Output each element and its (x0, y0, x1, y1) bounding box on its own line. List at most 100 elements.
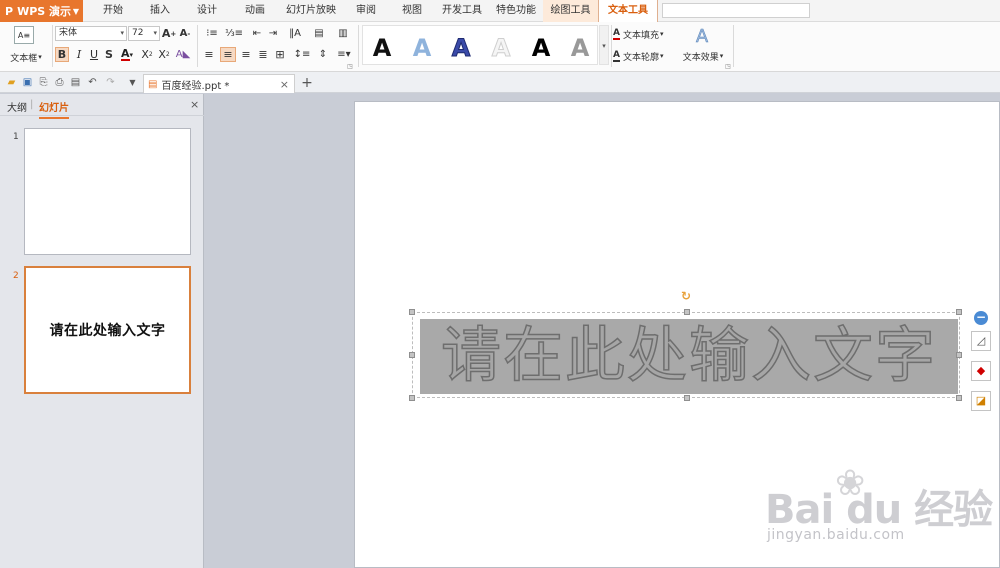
resize-handle[interactable] (684, 395, 690, 401)
resize-handle[interactable] (956, 352, 962, 358)
tab-view[interactable]: 视图 (393, 0, 431, 22)
chevron-down-icon: ▼ (72, 6, 79, 16)
dialog-launcher-icon[interactable]: ◳ (724, 62, 732, 70)
gallery-more-button[interactable]: ▾ (599, 25, 609, 65)
textbox-icon[interactable]: A≡ (14, 26, 34, 44)
text-direction-icon[interactable]: ‖A (284, 26, 306, 41)
save-icon[interactable]: ▣ (21, 76, 34, 89)
justify-icon[interactable]: ≣ (256, 47, 270, 62)
resize-handle[interactable] (409, 395, 415, 401)
underline-icon[interactable]: U (87, 47, 101, 62)
app-menu-button[interactable]: P WPS 演示 ▼ (0, 0, 83, 22)
text-effect-button[interactable]: 文本效果 ▾ (679, 49, 727, 63)
text-box-content[interactable]: 请在此处输入文字 (420, 319, 958, 394)
outline-pen-icon[interactable]: ◪ (971, 391, 991, 411)
export-icon[interactable]: ⎘ (37, 76, 50, 89)
style-white-icon[interactable]: A (486, 32, 516, 64)
bullets-icon[interactable]: ⁝≡ (202, 26, 222, 41)
text-outline-button[interactable]: A 文本轮廓 ▾ (613, 49, 677, 63)
style-lightblue-icon[interactable]: A (407, 32, 437, 64)
font-size-select[interactable]: 72 ▾ (128, 26, 160, 41)
tab-slideshow[interactable]: 幻灯片放映 (283, 0, 339, 22)
font-name-select[interactable]: 宋体 ▾ (55, 26, 127, 41)
resize-handle[interactable] (409, 352, 415, 358)
subscript-icon[interactable]: X2 (157, 47, 171, 62)
baidu-watermark: ❀ Bai du 经验 jingyan.baidu.com (755, 457, 995, 557)
customize-dropdown-icon[interactable]: ▼ (126, 76, 139, 89)
tab-drawing-tools[interactable]: 绘图工具 (543, 0, 598, 22)
close-icon[interactable]: × (190, 98, 199, 111)
align-right-icon[interactable]: ≡ (239, 47, 253, 62)
resize-handle[interactable] (684, 309, 690, 315)
text-box-fill: 请在此处输入文字 (420, 319, 958, 394)
decrease-indent-icon[interactable]: ⇤ (250, 26, 264, 41)
text-fill-button[interactable]: A 文本填充 ▾ (613, 27, 675, 41)
text-effect-icon[interactable]: A (692, 25, 712, 47)
search-input[interactable] (662, 3, 810, 18)
tab-animation[interactable]: 动画 (236, 0, 274, 22)
slide-number: 1 (13, 132, 19, 142)
text-outline-label: 文本轮廓 (622, 52, 659, 63)
textbox-button[interactable]: 文本框 ▾ (4, 50, 48, 64)
new-tab-button[interactable]: + (300, 74, 314, 92)
style-gray-icon[interactable]: A (565, 32, 595, 64)
rotate-handle-icon[interactable]: ↻ (680, 290, 692, 302)
style-bold-black-icon[interactable]: A (526, 32, 556, 64)
undo-icon[interactable]: ↶ (86, 76, 99, 89)
grow-font-icon[interactable]: A + (162, 26, 176, 41)
shrink-font-icon[interactable]: A- (178, 26, 192, 41)
print-preview-icon[interactable]: ▤ (69, 76, 82, 89)
print-icon[interactable]: ⎙ (53, 76, 66, 89)
line-spacing-icon[interactable]: ↕≡ (292, 47, 312, 62)
bold-icon[interactable]: B (55, 47, 69, 62)
resize-handle[interactable] (956, 309, 962, 315)
shape-style-icon[interactable]: ◿ (971, 331, 991, 351)
align-text-icon[interactable]: ▤ (308, 26, 330, 41)
slide-thumbnail-2[interactable]: 请在此处输入文字 (24, 266, 191, 394)
ribbon: A≡ 文本框 ▾ 宋体 ▾ 72 ▾ A + A- B I U S A ▾ X2 X2 A… (0, 22, 1000, 72)
document-tab[interactable]: ▤ 百度经验.ppt * × (143, 74, 295, 93)
tab-text-tools[interactable]: 文本工具 (598, 0, 658, 22)
dialog-launcher-icon[interactable]: ◳ (346, 62, 354, 70)
superscript-icon[interactable]: X2 (140, 47, 154, 62)
clear-format-icon[interactable]: A◣ (174, 47, 192, 62)
style-black-icon[interactable]: A (367, 32, 397, 64)
open-folder-icon[interactable]: ▰ (5, 76, 18, 89)
paragraph-settings-icon[interactable]: ≡▾ (334, 47, 354, 62)
tab-design[interactable]: 设计 (188, 0, 226, 22)
increase-indent-icon[interactable]: ⇥ (266, 26, 280, 41)
shadow-text-icon[interactable]: S (102, 47, 116, 62)
paragraph-spacing-icon[interactable]: ⇕ (314, 47, 332, 62)
font-color-icon[interactable]: A ▾ (118, 47, 136, 62)
tab-slides[interactable]: 幻灯片 (39, 99, 69, 119)
text-fill-icon: A (613, 28, 620, 40)
slides-panel: 大纲 | 幻灯片 × 1 2 请在此处输入文字 (0, 94, 204, 568)
tab-special[interactable]: 特色功能 (492, 0, 540, 22)
ribbon-divider (197, 25, 198, 67)
wps-logo-icon: P (5, 4, 14, 18)
quick-access-bar: ▰ ▣ ⎘ ⎙ ▤ ↶ ↷ ▼ ▤ 百度经验.ppt * × + (0, 72, 1000, 93)
resize-handle[interactable] (956, 395, 962, 401)
align-center-icon[interactable]: ≡ (220, 47, 236, 62)
tab-outline[interactable]: 大纲 (7, 99, 27, 114)
close-icon[interactable]: × (280, 78, 289, 91)
italic-icon[interactable]: I (72, 47, 86, 62)
numbering-icon[interactable]: ⅓≡ (224, 26, 244, 41)
fill-bucket-icon[interactable]: ◆ (971, 361, 991, 381)
chevron-down-icon: ▾ (120, 29, 124, 37)
style-blue-outline-icon[interactable]: A (446, 32, 476, 64)
columns-icon[interactable]: ▥ (332, 26, 354, 41)
align-left-icon[interactable]: ≡ (202, 47, 216, 62)
tab-review[interactable]: 审阅 (347, 0, 385, 22)
tab-home[interactable]: 开始 (94, 0, 132, 22)
redo-icon[interactable]: ↷ (104, 76, 117, 89)
distribute-icon[interactable]: ⊞ (273, 47, 287, 62)
text-box[interactable]: ↻ 请在此处输入文字 (409, 290, 962, 401)
collapse-tools-icon[interactable]: − (974, 311, 988, 325)
text-fill-label: 文本填充 (622, 30, 659, 41)
resize-handle[interactable] (409, 309, 415, 315)
text-outline-icon: A (613, 50, 620, 62)
tab-developer[interactable]: 开发工具 (438, 0, 486, 22)
slide-thumbnail-1[interactable] (24, 128, 191, 255)
tab-insert[interactable]: 插入 (141, 0, 179, 22)
